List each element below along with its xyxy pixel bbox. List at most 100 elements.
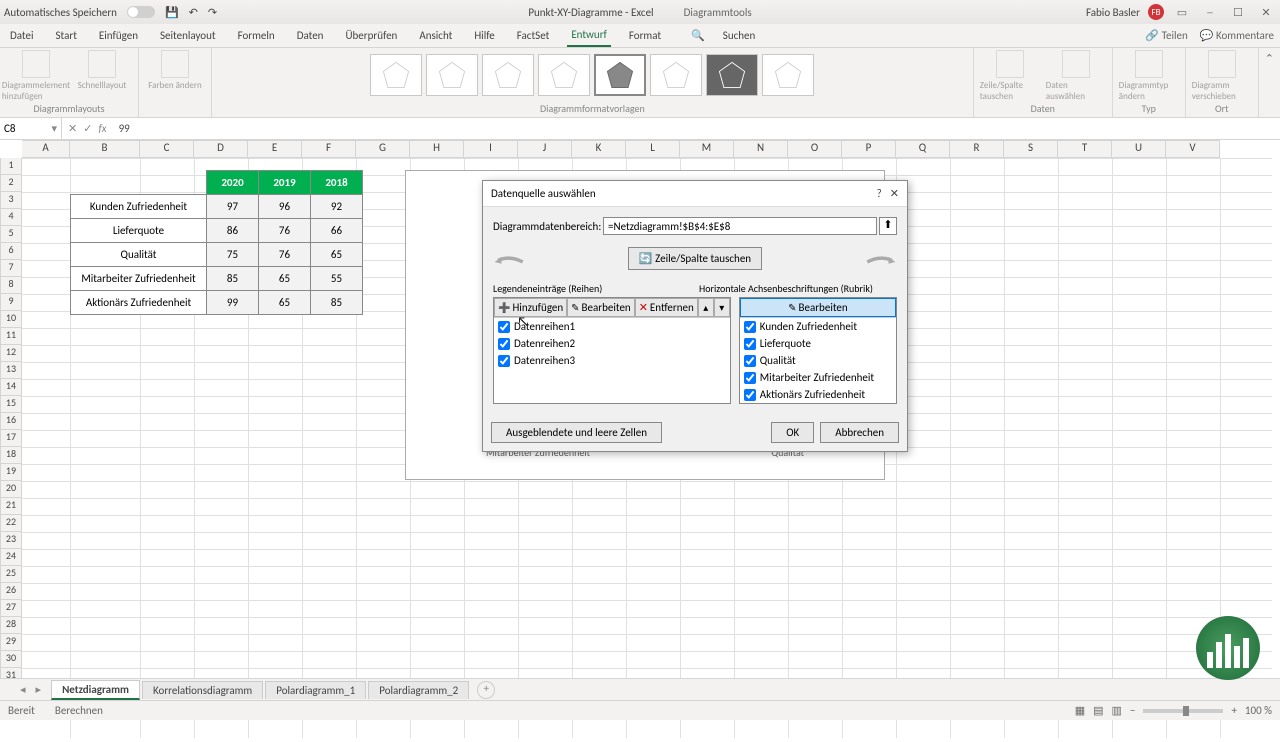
column-header[interactable]: R (950, 140, 1004, 158)
column-header[interactable]: T (1058, 140, 1112, 158)
collapse-ribbon-icon[interactable]: ⌃ (1259, 48, 1280, 117)
view-page-layout-icon[interactable]: ▤ (1093, 704, 1103, 717)
zoom-level[interactable]: 100 % (1245, 704, 1272, 717)
row-header[interactable]: 1 (0, 158, 22, 175)
view-page-break-icon[interactable]: ▥ (1112, 704, 1122, 717)
zoom-out-icon[interactable]: − (1130, 704, 1135, 717)
maximize-icon[interactable]: ☐ (1228, 6, 1248, 19)
tab-datei[interactable]: Datei (6, 25, 38, 46)
row-header[interactable]: 12 (0, 345, 22, 362)
change-chart-type-button[interactable]: Diagrammtyp ändern (1119, 50, 1179, 102)
search-label[interactable]: Suchen (719, 25, 760, 46)
name-box[interactable]: C8▾ (0, 118, 62, 139)
style-5[interactable] (594, 54, 646, 96)
tab-entwurf[interactable]: Entwurf (567, 24, 611, 47)
cancel-button[interactable]: Abbrechen (820, 422, 899, 443)
column-header[interactable]: V (1166, 140, 1220, 158)
style-2[interactable] (426, 54, 478, 96)
help-icon[interactable]: ? (877, 187, 882, 200)
switch-row-col-button[interactable]: 🔄 Zeile/Spalte tauschen (628, 247, 762, 270)
tab-hilfe[interactable]: Hilfe (470, 25, 498, 46)
save-icon[interactable]: 💾 (165, 6, 179, 19)
autosave-toggle[interactable] (127, 6, 155, 18)
column-header[interactable]: L (626, 140, 680, 158)
row-header[interactable]: 5 (0, 226, 22, 243)
column-header[interactable]: Q (896, 140, 950, 158)
redo-icon[interactable]: ↷ (208, 6, 217, 19)
row-header[interactable]: 9 (0, 294, 22, 311)
column-header[interactable]: M (680, 140, 734, 158)
row-header[interactable]: 4 (0, 209, 22, 226)
category-item[interactable]: Kunden Zufriedenheit (740, 318, 896, 335)
row-header[interactable]: 19 (0, 464, 22, 481)
series-item[interactable]: Datenreihen2 (494, 335, 730, 352)
zoom-slider[interactable] (1143, 709, 1223, 713)
sheet-tab[interactable]: Polardiagramm_2 (368, 681, 469, 699)
row-label[interactable]: Qualität (71, 243, 207, 267)
row-header[interactable]: 29 (0, 634, 22, 651)
minimize-icon[interactable]: ─ (1200, 6, 1220, 19)
row-header[interactable]: 17 (0, 430, 22, 447)
tab-einfuegen[interactable]: Einfügen (95, 25, 142, 46)
row-label[interactable]: Aktionärs Zufriedenheit (71, 291, 207, 315)
change-colors-button[interactable]: Farben ändern (145, 50, 205, 91)
close-icon[interactable]: ✕ (1256, 6, 1276, 19)
quick-layout-button[interactable]: Schnelllayout (72, 50, 132, 102)
style-4[interactable] (538, 54, 590, 96)
cancel-formula-icon[interactable]: ✕ (68, 122, 77, 135)
row-header[interactable]: 28 (0, 617, 22, 634)
style-1[interactable] (370, 54, 422, 96)
series-item[interactable]: Datenreihen1 (494, 318, 730, 335)
row-header[interactable]: 14 (0, 379, 22, 396)
view-normal-icon[interactable]: ▦ (1075, 704, 1085, 717)
style-7[interactable] (706, 54, 758, 96)
row-header[interactable]: 8 (0, 277, 22, 294)
row-header[interactable]: 10 (0, 311, 22, 328)
series-item[interactable]: Datenreihen3 (494, 352, 730, 369)
row-header[interactable]: 21 (0, 498, 22, 515)
row-header[interactable]: 18 (0, 447, 22, 464)
user-avatar[interactable]: FB (1148, 4, 1164, 20)
column-header[interactable]: I (464, 140, 518, 158)
sheet-nav-next-icon[interactable]: ▸ (36, 683, 42, 696)
tab-format[interactable]: Format (625, 25, 665, 46)
row-header[interactable]: 3 (0, 192, 22, 209)
row-header[interactable]: 26 (0, 583, 22, 600)
row-header[interactable]: 25 (0, 566, 22, 583)
row-header[interactable]: 13 (0, 362, 22, 379)
row-header[interactable]: 15 (0, 396, 22, 413)
row-header[interactable]: 30 (0, 651, 22, 668)
row-label[interactable]: Mitarbeiter Zufriedenheit (71, 267, 207, 291)
add-series-button[interactable]: ➕Hinzufügen (494, 298, 567, 317)
sheet-tab[interactable]: Korrelationsdiagramm (142, 681, 263, 699)
row-header[interactable]: 6 (0, 243, 22, 260)
column-header[interactable]: F (302, 140, 356, 158)
share-button[interactable]: 🔗 Teilen (1145, 29, 1187, 42)
column-header[interactable]: E (248, 140, 302, 158)
category-item[interactable]: Mitarbeiter Zufriedenheit (740, 369, 896, 386)
column-header[interactable]: S (1004, 140, 1058, 158)
comments-button[interactable]: Kommentare (1200, 29, 1274, 42)
remove-series-button[interactable]: ✕Entfernen (635, 298, 698, 317)
row-label[interactable]: Kunden Zufriedenheit (71, 195, 207, 219)
row-header[interactable]: 7 (0, 260, 22, 277)
row-header[interactable]: 11 (0, 328, 22, 345)
row-header[interactable]: 20 (0, 481, 22, 498)
tab-formeln[interactable]: Formeln (234, 25, 279, 46)
category-item[interactable]: Aktionärs Zufriedenheit (740, 386, 896, 403)
edit-categories-button[interactable]: ✎Bearbeiten (740, 298, 896, 317)
column-header[interactable]: U (1112, 140, 1166, 158)
tab-ansicht[interactable]: Ansicht (415, 25, 456, 46)
formula-input[interactable]: 99 (113, 122, 136, 135)
column-header[interactable]: K (572, 140, 626, 158)
fx-icon[interactable]: fx (98, 122, 106, 135)
column-header[interactable]: J (518, 140, 572, 158)
edit-series-button[interactable]: ✎Bearbeiten (567, 298, 635, 317)
column-header[interactable]: D (194, 140, 248, 158)
sheet-nav-prev-icon[interactable]: ◂ (20, 683, 26, 696)
tab-factset[interactable]: FactSet (513, 25, 554, 46)
switch-row-col-button[interactable]: Zeile/Spalte tauschen (980, 50, 1040, 102)
chart-styles-gallery[interactable] (366, 50, 818, 100)
tab-ueberpruefen[interactable]: Überprüfen (341, 25, 401, 46)
select-data-button[interactable]: Daten auswählen (1046, 50, 1106, 102)
